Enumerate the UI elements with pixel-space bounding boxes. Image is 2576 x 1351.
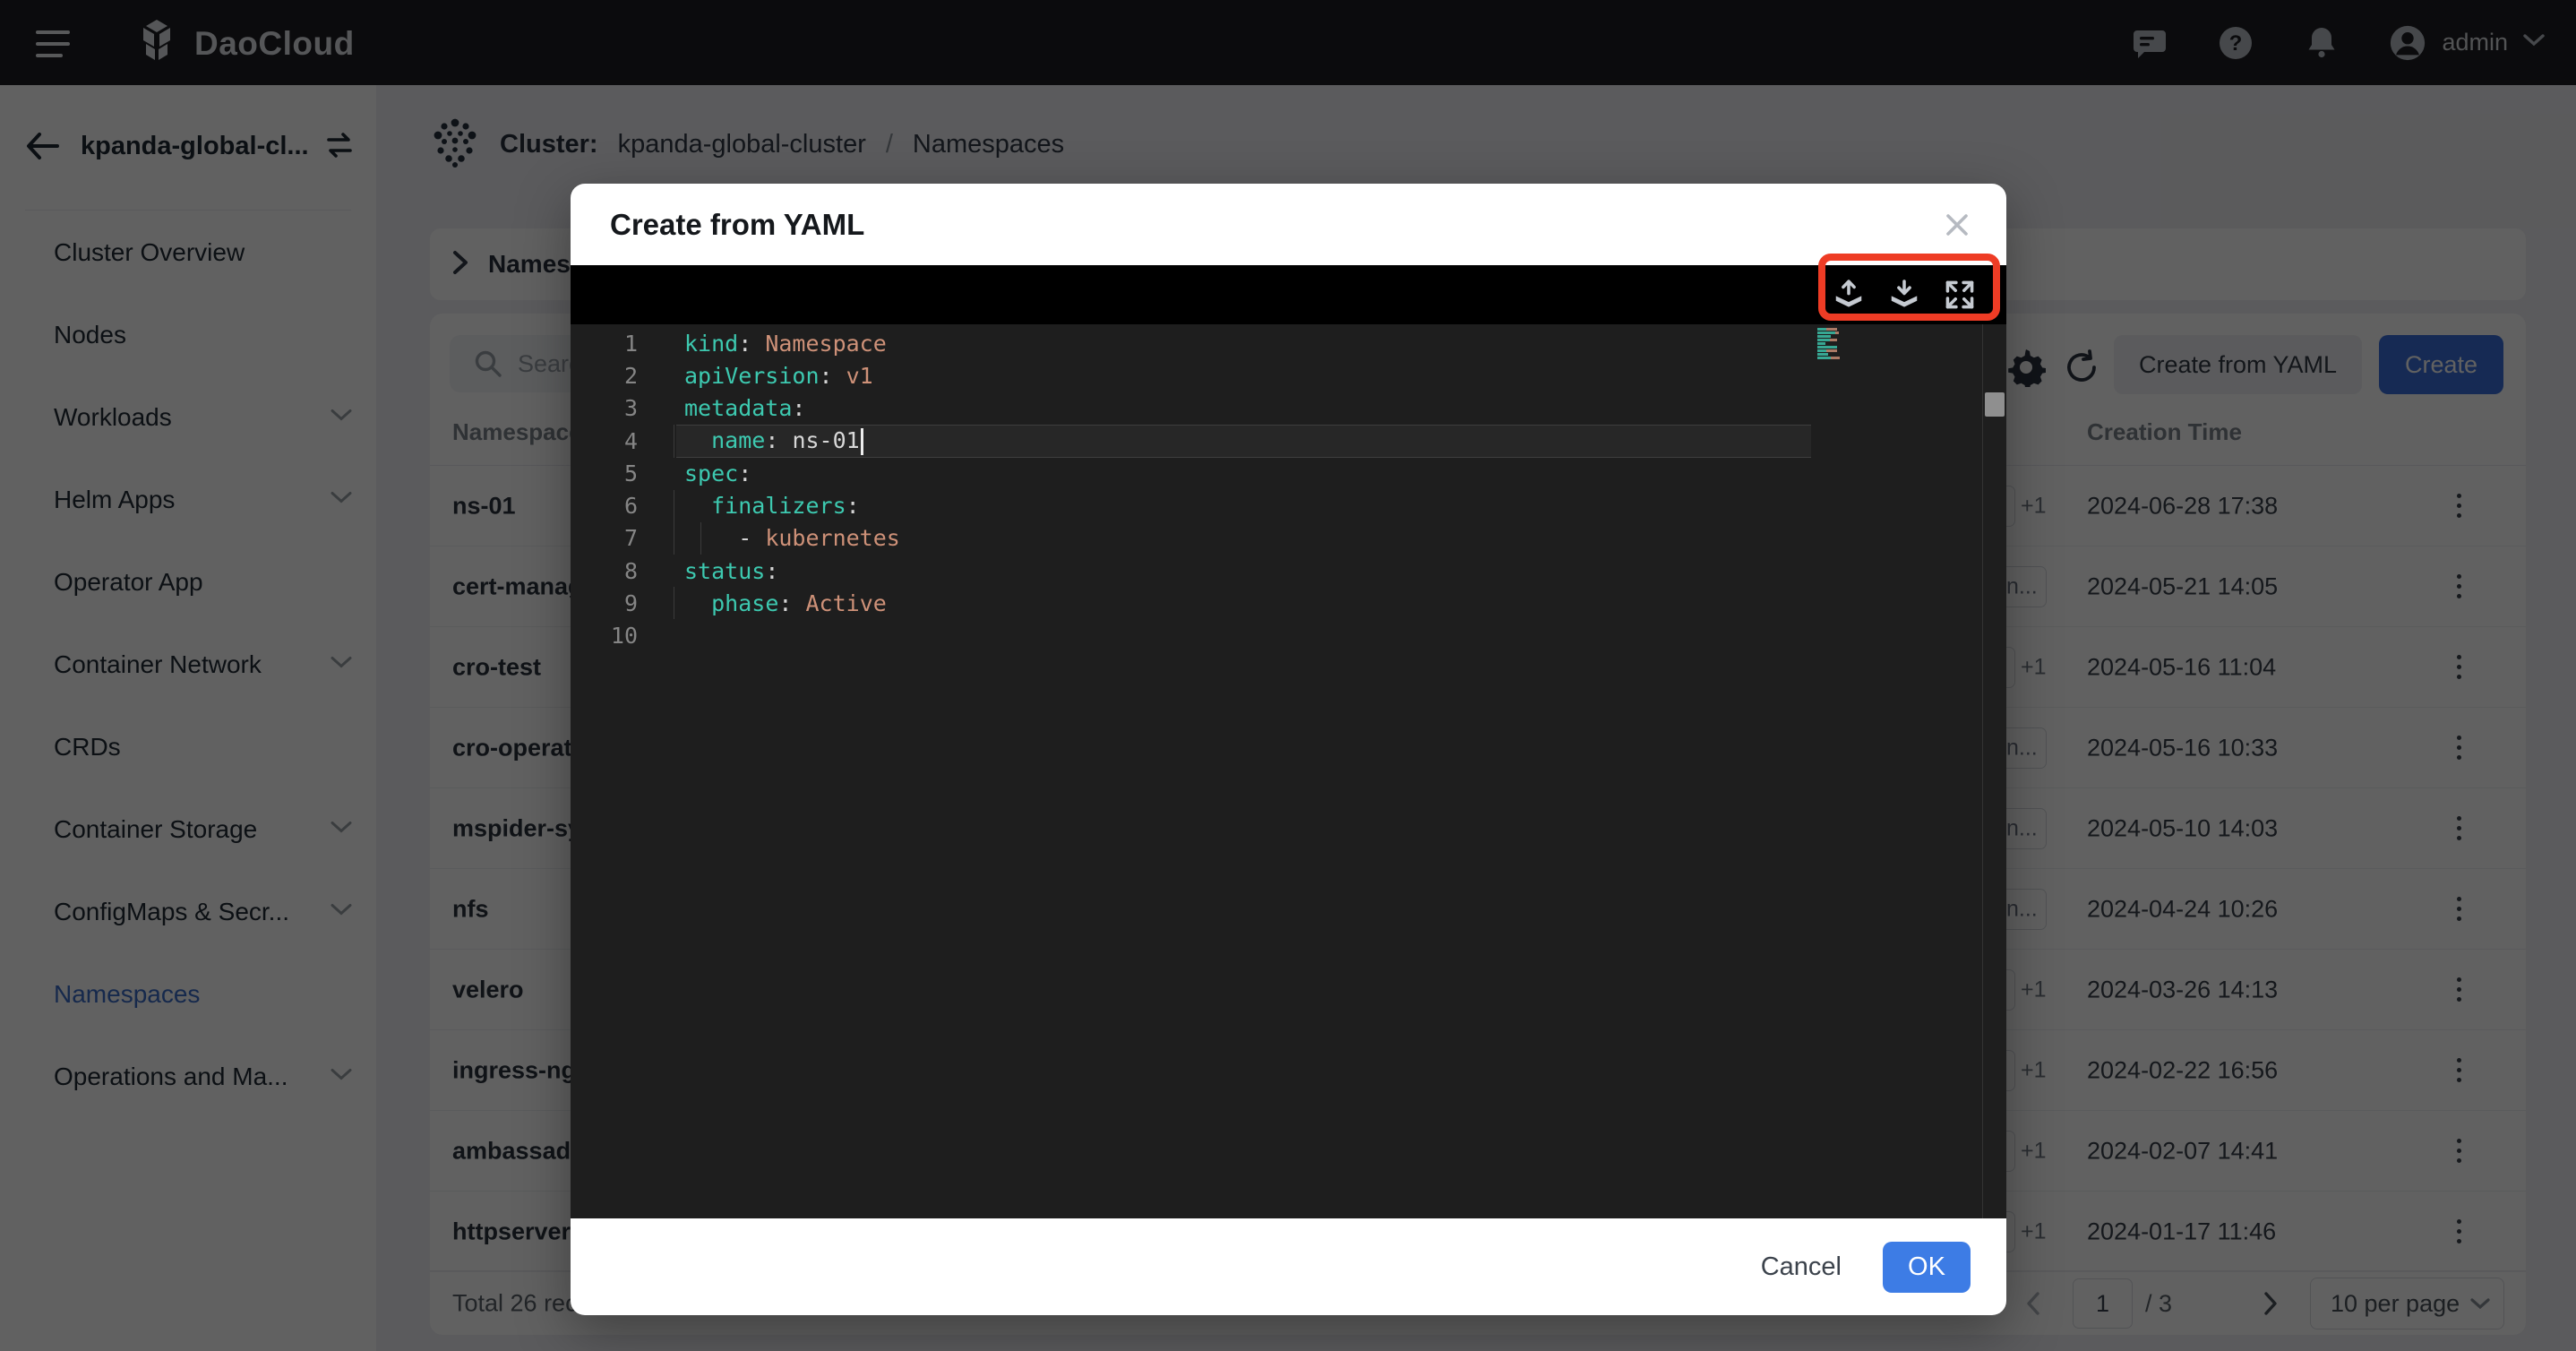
line-number: 8 (623, 557, 638, 584)
minimap-line (1817, 353, 1848, 356)
code-text: - kubernetes (684, 525, 900, 552)
code-text: metadata: (684, 395, 806, 422)
minimap-line (1817, 335, 1848, 338)
editor-scrollbar-thumb[interactable] (1985, 392, 2005, 417)
code-text: phase: Active (711, 590, 887, 617)
cancel-button[interactable]: Cancel (1761, 1252, 1842, 1282)
editor-scrollbar-track (1982, 324, 1983, 1218)
code-text: status: (684, 557, 779, 584)
annotation-highlight-box (1818, 254, 2000, 321)
code-lines: 1 kind: Namespace 2 apiVersion: v1 3 metadata… (571, 327, 1825, 652)
code-line[interactable]: 8 status: (571, 555, 1825, 587)
minimap-line (1817, 342, 1848, 345)
line-number: 9 (623, 590, 638, 617)
code-line[interactable]: 5 spec: (571, 457, 1825, 489)
editor-toolbar (571, 265, 2006, 324)
modal-footer: Cancel OK (571, 1218, 2006, 1315)
code-line[interactable]: 4 name: ns-01 (571, 425, 1825, 457)
line-number: 1 (623, 330, 638, 357)
line-number: 7 (623, 525, 638, 552)
minimap-line (1817, 346, 1848, 349)
line-number: 2 (623, 362, 638, 389)
code-line[interactable]: 7 - kubernetes (571, 522, 1825, 555)
code-text: name: ns-01 (684, 427, 863, 455)
minimap-line (1817, 331, 1848, 334)
code-line[interactable]: 3 metadata: (571, 392, 1825, 425)
code-text: finalizers: (711, 493, 860, 520)
create-from-yaml-modal: Create from YAML 1 kind: Namespace 2 apiVer… (571, 184, 2006, 1315)
code-line[interactable]: 2 apiVersion: v1 (571, 359, 1825, 392)
code-text: spec: (684, 460, 752, 486)
code-line[interactable]: 1 kind: Namespace (571, 327, 1825, 359)
minimap-line (1817, 349, 1848, 352)
text-cursor (860, 427, 863, 455)
line-number: 3 (623, 395, 638, 422)
line-number: 4 (623, 427, 638, 454)
close-icon[interactable] (1942, 210, 1972, 240)
code-line[interactable]: 10 (571, 620, 1825, 652)
line-number: 5 (623, 460, 638, 486)
minimap-line (1817, 357, 1848, 359)
minimap-line (1817, 328, 1848, 331)
code-text: kind: Namespace (684, 330, 887, 357)
line-number: 10 (610, 623, 638, 650)
code-line[interactable]: 9 phase: Active (571, 587, 1825, 619)
minimap-line (1817, 339, 1848, 341)
minimap-line (1817, 360, 1848, 363)
modal-header: Create from YAML (571, 184, 2006, 265)
ok-button[interactable]: OK (1883, 1241, 1971, 1293)
code-line[interactable]: 6 finalizers: (571, 489, 1825, 521)
yaml-code-editor[interactable]: 1 kind: Namespace 2 apiVersion: v1 3 metadata… (571, 324, 2006, 1218)
app-root: DaoCloud ? admin (0, 0, 2576, 1351)
editor-minimap[interactable] (1817, 328, 1848, 364)
line-number: 6 (623, 493, 638, 520)
modal-title: Create from YAML (610, 207, 865, 241)
code-text: apiVersion: v1 (684, 362, 873, 389)
